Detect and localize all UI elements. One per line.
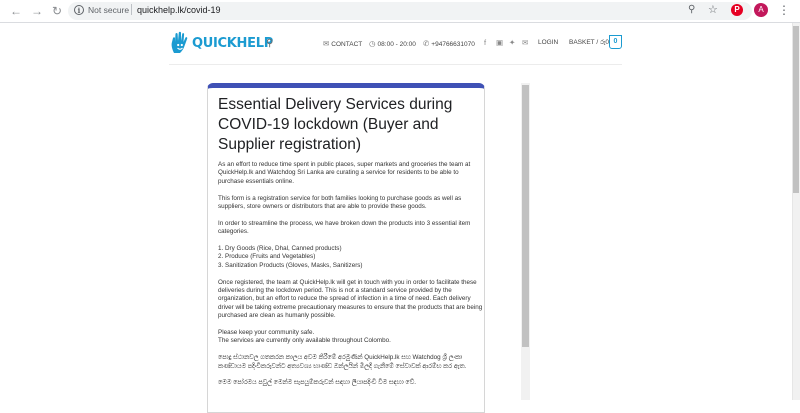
category-item: 3. Sanitization Products (Gloves, Masks,… xyxy=(218,261,363,269)
basket-link[interactable]: BASKET / රු0 xyxy=(569,39,609,47)
reload-icon[interactable]: ↻ xyxy=(50,4,64,18)
contact-label: CONTACT xyxy=(331,41,363,48)
address-divider xyxy=(131,4,132,15)
sinhala-paragraph: පොදු ස්ථානවල ගතකරන කාලය අවම කිරීමේ අරමුණ… xyxy=(218,354,467,370)
profile-avatar[interactable]: A xyxy=(754,3,768,17)
category-item: 1. Dry Goods (Rice, Dhal, Canned product… xyxy=(218,245,342,253)
basket-count-badge[interactable]: 0 xyxy=(609,35,622,49)
phone-icon: ✆ xyxy=(423,39,430,48)
page-scroll-thumb[interactable] xyxy=(793,26,799,193)
browser-toolbar: ← → ↻ i Not secure quickhelp.lk/covid-19… xyxy=(0,0,800,23)
description-paragraph: The services are currently only availabl… xyxy=(218,337,391,345)
login-link[interactable]: LOGIN xyxy=(538,39,558,46)
description-paragraph: As an effort to reduce time spent in pub… xyxy=(218,161,471,185)
pinterest-extension-icon[interactable]: P xyxy=(731,4,743,16)
zoom-icon[interactable]: ⚲ xyxy=(688,4,695,15)
hours-label: 08:00 - 20:00 xyxy=(377,41,416,48)
phone-label: +94766631070 xyxy=(431,41,475,48)
url-text[interactable]: quickhelp.lk/covid-19 xyxy=(137,5,221,15)
iframe-scroll-thumb[interactable] xyxy=(522,85,529,347)
envelope-icon: ✉ xyxy=(323,39,330,48)
form-description: As an effort to reduce time spent in pub… xyxy=(218,161,483,396)
security-label[interactable]: Not secure xyxy=(88,5,129,15)
category-item: 2. Produce (Fruits and Vegetables) xyxy=(218,253,316,261)
logo-text: QUICKHELP xyxy=(192,35,273,51)
search-icon[interactable]: ⚲ xyxy=(266,38,273,49)
back-arrow-icon[interactable]: ← xyxy=(9,4,23,18)
facebook-icon[interactable]: f xyxy=(484,38,486,47)
description-paragraph: Please keep your community safe. xyxy=(218,329,315,337)
browser-menu-icon[interactable]: ⋮ xyxy=(778,2,790,18)
contact-link[interactable]: ✉ CONTACT xyxy=(323,39,362,48)
site-logo[interactable]: QUICKHELP xyxy=(169,31,273,55)
clock-icon: ◷ xyxy=(369,39,376,48)
google-form-card: Essential Delivery Services during COVID… xyxy=(207,83,485,413)
description-paragraph: Once registered, the team at QuickHelp.l… xyxy=(218,278,483,320)
forward-arrow-icon[interactable]: → xyxy=(30,4,44,18)
twitter-icon[interactable]: ✦ xyxy=(509,38,515,47)
description-paragraph: In order to streamline the process, we h… xyxy=(218,219,471,236)
instagram-icon[interactable]: ▣ xyxy=(496,38,503,47)
form-title: Essential Delivery Services during COVID… xyxy=(218,96,453,153)
info-icon[interactable]: i xyxy=(74,5,84,15)
sinhala-paragraph: මෙම පෝරමය පවුල් මෙන්ම සැපයුම්කරුවන් සඳහා… xyxy=(218,379,416,387)
hand-logo-icon xyxy=(171,31,188,53)
bookmark-star-icon[interactable]: ☆ xyxy=(708,3,718,16)
email-icon[interactable]: ✉ xyxy=(522,38,528,47)
header-divider xyxy=(169,64,622,65)
phone-link[interactable]: ✆ +94766631070 xyxy=(423,39,475,48)
opening-hours: ◷ 08:00 - 20:00 xyxy=(369,39,416,48)
description-paragraph: This form is a registration service for … xyxy=(218,194,462,211)
